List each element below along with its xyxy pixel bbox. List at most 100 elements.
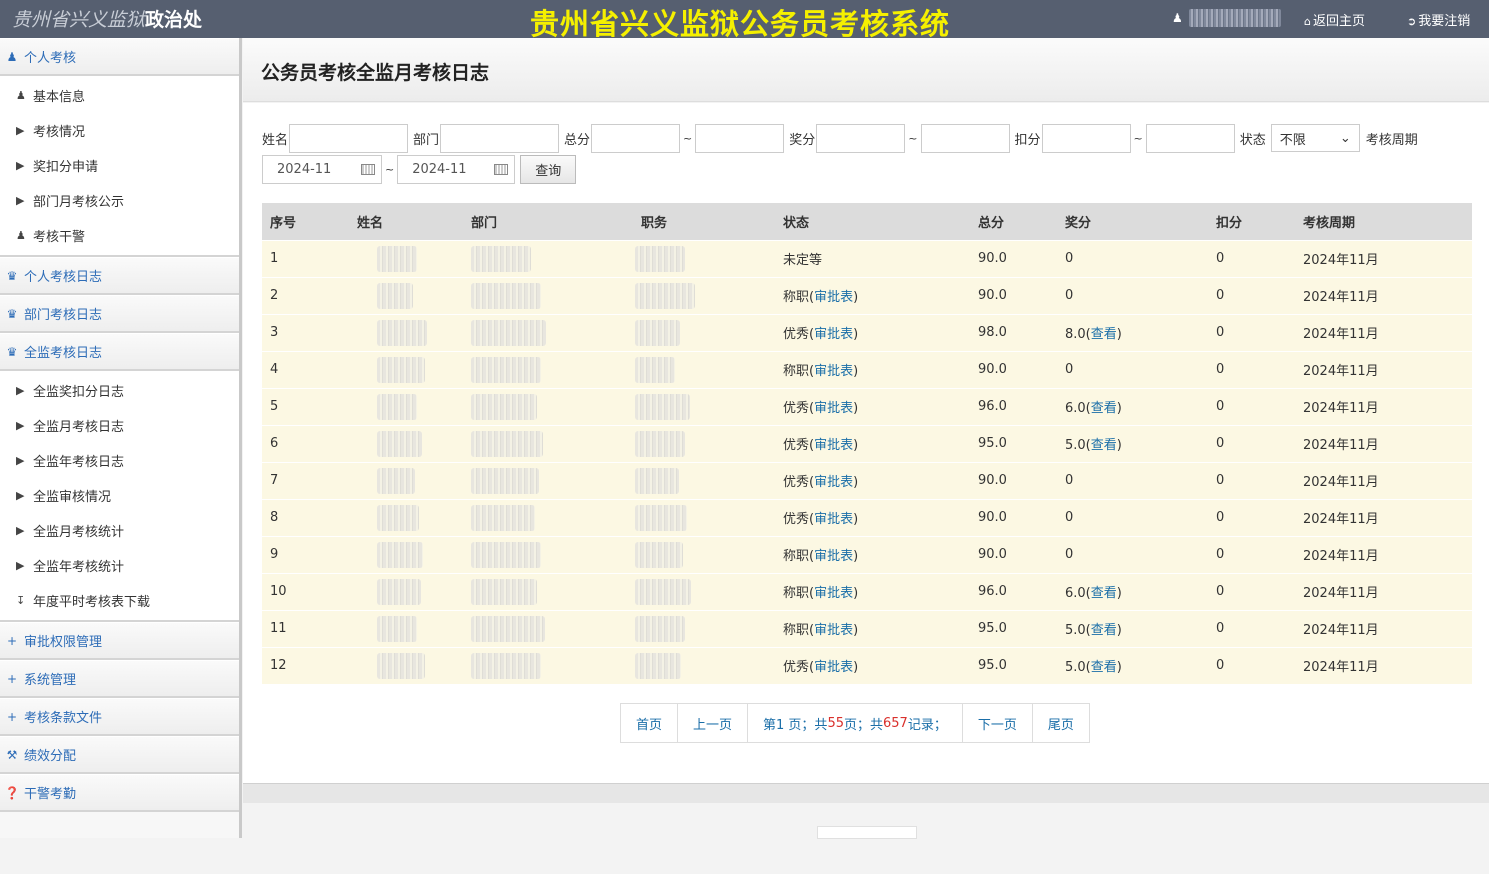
cell-dept-redacted [463, 239, 633, 277]
calendar-icon[interactable] [361, 163, 375, 175]
app-title: 贵州省兴义监狱公务员考核系统 [530, 7, 951, 41]
view-link[interactable]: 查看 [1091, 401, 1117, 416]
view-link[interactable]: 查看 [1091, 623, 1117, 638]
view-link[interactable]: 查看 [1091, 327, 1117, 342]
prev-page-link[interactable]: 上一页 [678, 704, 749, 742]
col-header: 总分 [970, 203, 1057, 240]
nav-item-score-apply[interactable]: ▶ 奖扣分申请 [0, 148, 239, 183]
approve-link[interactable]: 审批表 [814, 290, 853, 305]
cell-total: 95.0 [970, 424, 1057, 462]
deduct-min-input[interactable] [1041, 123, 1131, 153]
nav-item-basic-info[interactable]: ♟ 基本信息 [0, 78, 239, 113]
col-header: 职务 [633, 203, 775, 240]
nav-group-personal-log[interactable]: ♛ 个人考核日志 [0, 257, 239, 295]
date-from-input[interactable]: 2024-11 [262, 154, 382, 184]
cell-bonus: 0 [1057, 498, 1208, 536]
approve-link[interactable]: 审批表 [814, 401, 853, 416]
view-link[interactable]: 查看 [1091, 438, 1117, 453]
nav-item-all-month-log[interactable]: ▶ 全监月考核日志 [0, 408, 239, 443]
dept-input[interactable] [440, 123, 560, 153]
approve-link[interactable]: 审批表 [814, 438, 853, 453]
cell-deduct: 0 [1208, 387, 1295, 425]
plus-icon: + [6, 709, 18, 724]
last-page-link[interactable]: 尾页 [1033, 704, 1089, 742]
nav-item-all-month-stats[interactable]: ▶ 全监月考核统计 [0, 513, 239, 548]
dept-label: 部门 [413, 132, 440, 148]
approve-link[interactable]: 审批表 [814, 512, 853, 527]
nav-item-all-year-log[interactable]: ▶ 全监年考核日志 [0, 443, 239, 478]
cell-no: 10 [262, 572, 349, 610]
cell-no: 9 [262, 535, 349, 573]
nav-group-all-log[interactable]: ♛ 全监考核日志 [0, 333, 239, 371]
approve-link[interactable]: 审批表 [814, 660, 853, 675]
nav-group-dept-log[interactable]: ♛ 部门考核日志 [0, 295, 239, 333]
cell-name-redacted [349, 239, 463, 277]
first-page-link[interactable]: 首页 [621, 704, 679, 742]
tilde: ~ [908, 131, 918, 145]
nav-item-review-status[interactable]: ▶ 考核情况 [0, 113, 239, 148]
cell-name-redacted [349, 609, 463, 647]
total-max-input[interactable] [695, 123, 785, 153]
cell-period: 2024年11月 [1295, 646, 1472, 684]
cell-no: 6 [262, 424, 349, 462]
bonus-max-input[interactable] [920, 123, 1010, 153]
view-link[interactable]: 查看 [1091, 660, 1117, 675]
nav-submenu-all: ▶ 全监奖扣分日志 ▶ 全监月考核日志 ▶ 全监年考核日志 ▶ 全监审核情况 ▶ 全监月考… [0, 371, 239, 622]
nav-group-approval[interactable]: + 审批权限管理 [0, 622, 239, 660]
main-header: 公务员考核全监月考核日志 [243, 38, 1489, 102]
cell-title-redacted [633, 646, 775, 684]
user-info[interactable]: ♟ [1172, 9, 1281, 27]
bonus-min-input[interactable] [816, 123, 906, 153]
approve-link[interactable]: 审批表 [814, 364, 853, 379]
query-button[interactable]: 查询 [520, 154, 577, 184]
total-min-input[interactable] [591, 123, 681, 153]
nav-item-dept-publicity[interactable]: ▶ 部门月考核公示 [0, 183, 239, 218]
nav-group-personal[interactable]: ♟ 个人考核 [0, 38, 239, 76]
view-link[interactable]: 查看 [1091, 586, 1117, 601]
plus-icon: + [6, 633, 18, 648]
next-page-link[interactable]: 下一页 [963, 704, 1033, 742]
col-header: 姓名 [349, 203, 463, 240]
bullhorn-icon: ▶ [16, 194, 25, 207]
calendar-icon[interactable] [494, 163, 509, 175]
logout-link[interactable]: ➲ 我要注销 [1407, 10, 1470, 29]
cell-status: 优秀(审批表) [775, 461, 970, 499]
cell-title-redacted [633, 572, 775, 610]
approve-link[interactable]: 审批表 [814, 586, 853, 601]
approve-link[interactable]: 审批表 [814, 327, 853, 342]
nav-group-docs[interactable]: + 考核条款文件 [0, 698, 239, 736]
cell-deduct: 0 [1208, 535, 1295, 573]
user-icon: ♟ [16, 89, 26, 102]
approve-link[interactable]: 审批表 [814, 623, 853, 638]
nav-item-year-download[interactable]: ↧ 年度平时考核表下载 [0, 583, 239, 618]
nav-item-review-staff[interactable]: ♟ 考核干警 [0, 218, 239, 253]
name-input[interactable] [289, 123, 409, 153]
nav-item-all-score-log[interactable]: ▶ 全监奖扣分日志 [0, 373, 239, 408]
cell-status: 优秀(审批表) [775, 498, 970, 536]
cell-name-redacted [349, 498, 463, 536]
deduct-max-input[interactable] [1145, 123, 1235, 153]
approve-link[interactable]: 审批表 [814, 475, 853, 490]
bonus-label: 奖分 [789, 132, 816, 148]
cell-dept-redacted [463, 498, 633, 536]
content-panel: 姓名 部门 总分 ~ 奖分 ~ 扣分 ~ 状态 不限 ⌄ 考核周期 2024-11… [243, 103, 1489, 783]
plus-icon: + [6, 671, 18, 686]
home-link[interactable]: ⌂ 返回主页 [1304, 10, 1365, 29]
nav-item-all-audit[interactable]: ▶ 全监审核情况 [0, 478, 239, 513]
tilde: ~ [1133, 131, 1143, 145]
approve-link[interactable]: 审批表 [814, 549, 853, 564]
cell-period: 2024年11月 [1295, 239, 1472, 277]
total-pages: 55 [827, 715, 844, 731]
cell-dept-redacted [463, 313, 633, 351]
nav-group-system[interactable]: + 系统管理 [0, 660, 239, 698]
cell-name-redacted [349, 313, 463, 351]
cell-deduct: 0 [1208, 572, 1295, 610]
nav-group-attendance[interactable]: ❓ 干警考勤 [0, 774, 239, 812]
cell-bonus: 8.0(查看) [1057, 313, 1208, 351]
cell-bonus: 5.0(查看) [1057, 424, 1208, 462]
cell-total: 90.0 [970, 276, 1057, 314]
nav-item-all-year-stats[interactable]: ▶ 全监年考核统计 [0, 548, 239, 583]
status-select[interactable]: 不限 ⌄ [1270, 124, 1360, 152]
date-to-input[interactable]: 2024-11 [397, 154, 516, 184]
nav-group-performance[interactable]: ⚒ 绩效分配 [0, 736, 239, 774]
